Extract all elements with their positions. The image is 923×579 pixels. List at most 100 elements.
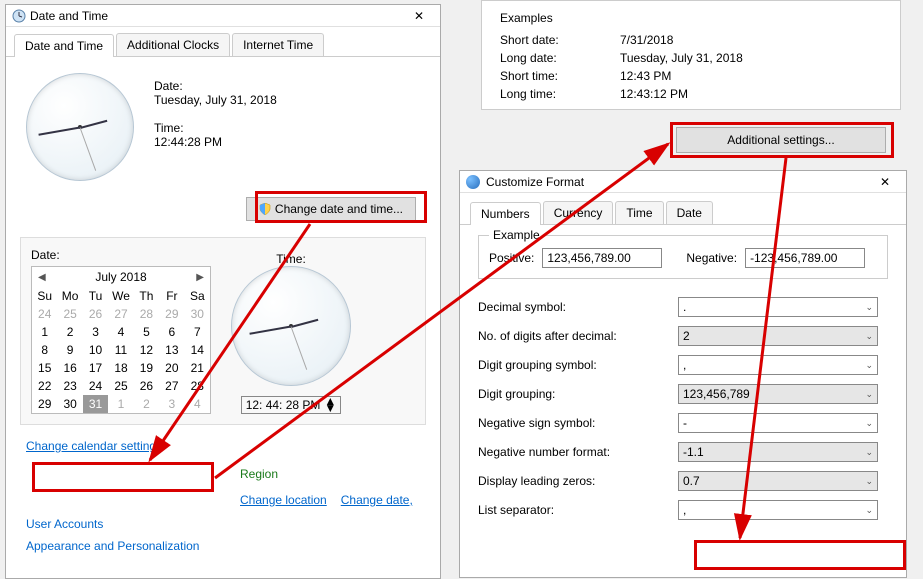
tab-numbers[interactable]: Numbers [470,202,541,225]
analog-clock [26,73,134,181]
tab-internet-time[interactable]: Internet Time [232,33,324,56]
example-label: Short time: [500,69,620,83]
format-label: Display leading zeros: [478,474,678,488]
format-row: Display leading zeros: 0.7 ⌄ [478,471,888,491]
calendar-day[interactable]: 23 [57,377,82,395]
shield-icon [259,203,271,215]
format-combobox[interactable]: .⌄ [678,297,878,317]
titlebar-3[interactable]: Customize Format ✕ [460,171,906,193]
format-combobox[interactable]: ,⌄ [678,355,878,375]
calendar-day[interactable]: 24 [83,377,108,395]
calendar-day[interactable]: 1 [32,323,57,341]
tab-additional-clocks[interactable]: Additional Clocks [116,33,230,56]
calendar-day-other[interactable]: 1 [108,395,133,413]
format-combobox[interactable]: ,⌄ [678,500,878,520]
format-combobox[interactable]: -1.1 ⌄ [678,442,878,462]
tab-date-and-time[interactable]: Date and Time [14,34,114,57]
calendar-day[interactable]: 19 [134,359,159,377]
calendar-day[interactable]: 30 [57,395,82,413]
calendar-day-other[interactable]: 30 [185,305,210,323]
spinner-icon[interactable]: ▲▼ [324,398,336,412]
clock-icon [12,9,26,23]
example-group: Example Positive: 123,456,789.00 Negativ… [478,235,888,279]
format-combobox[interactable]: 2⌄ [678,326,878,346]
time-input-value: 12: 44: 28 PM [246,398,321,412]
user-accounts-link[interactable]: User Accounts [6,513,440,535]
calendar-day-other[interactable]: 27 [108,305,133,323]
calendar-day[interactable]: 21 [185,359,210,377]
chevron-down-icon: ⌄ [865,476,873,487]
calendar-day[interactable]: 27 [159,377,184,395]
calendar-day[interactable]: 16 [57,359,82,377]
calendar-day[interactable]: 10 [83,341,108,359]
titlebar[interactable]: Date and Time ✕ [6,5,440,27]
calendar-day[interactable]: 18 [108,359,133,377]
change-calendar-settings-link[interactable]: Change calendar settings [26,439,162,453]
calendar-day[interactable]: 29 [32,395,57,413]
calendar-day[interactable]: 15 [32,359,57,377]
next-month-icon[interactable]: ▶ [196,272,204,283]
region-row: Region [6,461,440,487]
chevron-down-icon: ⌄ [865,418,873,429]
calendar-day-other[interactable]: 29 [159,305,184,323]
format-combobox[interactable]: 0.7 ⌄ [678,471,878,491]
calendar-dow: Fr [159,287,184,305]
calendar-day-other[interactable]: 26 [83,305,108,323]
calendar-day-other[interactable]: 25 [57,305,82,323]
tab-date[interactable]: Date [666,201,713,224]
calendar-day[interactable]: 9 [57,341,82,359]
tab-currency[interactable]: Currency [543,201,614,224]
calendar-day[interactable]: 5 [134,323,159,341]
calendar-day[interactable]: 13 [159,341,184,359]
calendar-day[interactable]: 28 [185,377,210,395]
tab-time[interactable]: Time [615,201,663,224]
additional-settings-button[interactable]: Additional settings... [676,127,886,153]
calendar-day[interactable]: 14 [185,341,210,359]
change-location-link[interactable]: Change location [240,493,327,507]
change-date-link[interactable]: Change date, [341,493,413,507]
format-row: Negative number format:-1.1⌄ [478,442,888,462]
calendar-day[interactable]: 4 [108,323,133,341]
combobox-value: -1.1 [683,445,704,459]
calendar-day[interactable]: 17 [83,359,108,377]
calendar-day-other[interactable]: 28 [134,305,159,323]
format-combobox[interactable]: -⌄ [678,413,878,433]
calendar-day-other[interactable]: 4 [185,395,210,413]
calendar-day[interactable]: 8 [32,341,57,359]
calendar-dow: We [108,287,133,305]
calendar-day[interactable]: 22 [32,377,57,395]
analog-clock-2 [231,266,351,386]
example-row: Short date:7/31/2018 [500,31,882,49]
calendar-day-other[interactable]: 2 [134,395,159,413]
example-value: 12:43:12 PM [620,87,688,101]
calendar-day[interactable]: 7 [185,323,210,341]
calendar-day[interactable]: 11 [108,341,133,359]
close-icon-3[interactable]: ✕ [870,175,900,189]
calendar-day[interactable]: 20 [159,359,184,377]
calendar-day-other[interactable]: 24 [32,305,57,323]
calendar-day[interactable]: 26 [134,377,159,395]
prev-month-icon[interactable]: ◀ [38,272,46,283]
calendar-day[interactable]: 12 [134,341,159,359]
time-input[interactable]: 12: 44: 28 PM ▲▼ [241,396,342,414]
calendar-day[interactable]: 25 [108,377,133,395]
combobox-value: 0.7 [683,474,700,488]
calendar[interactable]: ◀ July 2018 ▶ SuMoTuWeThFrSa242526272829… [31,266,211,414]
close-icon[interactable]: ✕ [404,9,434,23]
change-date-time-button[interactable]: Change date and time... [246,197,416,221]
month-label: July 2018 [95,270,146,284]
calendar-day[interactable]: 31 [83,395,108,413]
format-combobox[interactable]: 123,456,789⌄ [678,384,878,404]
chevron-down-icon: ⌄ [865,447,873,458]
date-time-window: Date and Time ✕ Date and Time Additional… [5,4,441,579]
combobox-value: , [683,358,686,372]
example-label: Long date: [500,51,620,65]
calendar-dow: Sa [185,287,210,305]
calendar-day-other[interactable]: 3 [159,395,184,413]
calendar-day[interactable]: 2 [57,323,82,341]
chevron-down-icon: ⌄ [865,331,873,342]
negative-label: Negative: [686,251,737,265]
calendar-day[interactable]: 6 [159,323,184,341]
calendar-day[interactable]: 3 [83,323,108,341]
appearance-link[interactable]: Appearance and Personalization [6,535,440,557]
